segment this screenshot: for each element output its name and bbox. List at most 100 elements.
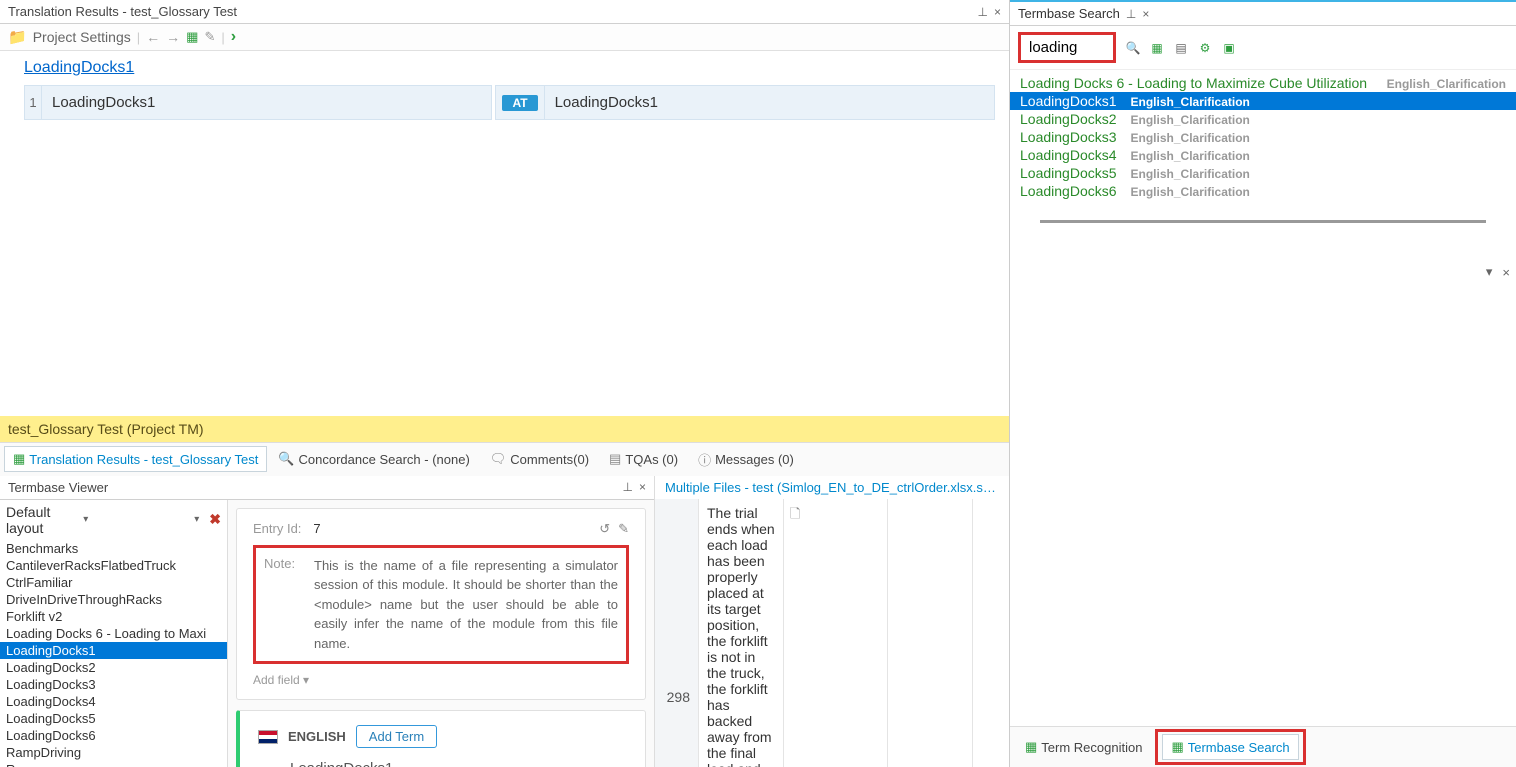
- termbase-list-item[interactable]: Benchmarks: [0, 540, 227, 557]
- segment-target[interactable]: LoadingDocks1: [545, 85, 995, 120]
- termbase-list-item[interactable]: Forklift v2: [0, 608, 227, 625]
- termbase-list-item[interactable]: LoadingDocks2: [0, 659, 227, 676]
- delete-icon[interactable]: ✖: [209, 511, 221, 528]
- note-text: This is the name of a file representing …: [314, 556, 618, 654]
- termbase-search-results: Loading Docks 6 - Loading to Maximize Cu…: [1010, 70, 1516, 235]
- editor-tab[interactable]: Multiple Files - test (Simlog_EN_to_DE_c…: [661, 478, 1003, 497]
- termbase-list-item[interactable]: CantileverRacksFlatbedTruck: [0, 557, 227, 574]
- lang-card-english: ENGLISH Add Term LoadingDocks1: [236, 710, 646, 767]
- ts-term: LoadingDocks2: [1020, 111, 1117, 127]
- ts-result-item[interactable]: LoadingDocks1English_Clarification: [1010, 92, 1516, 110]
- segment-source: The trial ends when each load has been p…: [699, 499, 784, 767]
- pin-icon[interactable]: ⊥: [978, 5, 988, 19]
- termbase-search-title: Termbase Search: [1018, 6, 1120, 21]
- layout-select[interactable]: Default layout: [6, 504, 73, 536]
- tool-icon-1[interactable]: ▦: [1148, 39, 1166, 57]
- ts-result-item[interactable]: LoadingDocks3English_Clarification: [1010, 128, 1516, 146]
- termbase-list-item[interactable]: LoadingDocks3: [0, 676, 227, 693]
- chevron-down-icon[interactable]: ▾: [77, 514, 94, 525]
- tab-termbase-search-label: Termbase Search: [1188, 740, 1290, 755]
- tab-term-recognition[interactable]: ▦ Term Recognition: [1016, 734, 1151, 760]
- results-tabs: ▦ Translation Results - test_Glossary Te…: [0, 442, 1009, 476]
- segment-number: 1: [24, 85, 42, 120]
- termbase-search-toolbar: 🔍 ▦ ▤ ⚙ ▣: [1010, 26, 1516, 70]
- flag-en-icon: [258, 730, 278, 744]
- close-icon[interactable]: ×: [1142, 7, 1149, 21]
- close-icon[interactable]: ×: [994, 5, 1001, 19]
- translation-results-title: Translation Results - test_Glossary Test: [8, 4, 237, 19]
- entry-id-label: Entry Id:: [253, 521, 301, 536]
- ts-term: LoadingDocks5: [1020, 165, 1117, 181]
- toolbar-icon-1[interactable]: ▦: [186, 29, 198, 45]
- pin-icon[interactable]: ⊥: [623, 480, 633, 494]
- tab-concordance[interactable]: 🔍 Concordance Search - (none): [269, 446, 478, 472]
- at-badge: AT: [502, 95, 537, 111]
- tab-comments[interactable]: 🗨 Comments(0): [481, 446, 598, 472]
- tm-info-bar: test_Glossary Test (Project TM): [0, 416, 1009, 442]
- tool-icon-3[interactable]: ⚙: [1196, 39, 1214, 57]
- ts-term: LoadingDocks1: [1020, 93, 1117, 109]
- history-icon[interactable]: ↺: [599, 521, 610, 537]
- editor-tabstrip: Multiple Files - test (Simlog_EN_to_DE_c…: [655, 476, 1009, 499]
- nav-forward-button[interactable]: →: [166, 29, 180, 45]
- pin-icon[interactable]: ⊥: [1126, 7, 1136, 21]
- note-label: Note:: [264, 556, 300, 654]
- segment-status: AT: [495, 85, 544, 120]
- tab-termbase-search[interactable]: ▦ Termbase Search: [1162, 734, 1298, 760]
- chevron-down-icon[interactable]: ▾: [188, 514, 205, 525]
- document-icon: 🗋: [790, 505, 800, 527]
- edit-icon[interactable]: ✎: [618, 521, 629, 537]
- tab-translation-results-label: Translation Results - test_Glossary Test: [29, 452, 258, 467]
- toolbar: 📁 Project Settings | ← → ▦ ✎ | ›: [0, 24, 1009, 51]
- ts-category: English_Clarification: [1131, 149, 1250, 163]
- termbase-viewer-title: Termbase Viewer: [8, 480, 108, 495]
- termbase-list-item[interactable]: LoadingDocks4: [0, 693, 227, 710]
- tab-tqas-label: TQAs (0): [625, 452, 678, 467]
- tab-comments-label: Comments(0): [510, 452, 589, 467]
- segment-number: 298: [655, 499, 699, 767]
- segment-status: 🗋: [784, 499, 888, 767]
- editor-menu-button[interactable]: ▾: [1482, 264, 1497, 280]
- termbase-list-item[interactable]: LoadingDocks1: [0, 642, 227, 659]
- segment-source: LoadingDocks1: [42, 85, 492, 120]
- termbase-list-item[interactable]: Loading Docks 6 - Loading to Maxi: [0, 625, 227, 642]
- tab-concordance-label: Concordance Search - (none): [299, 452, 470, 467]
- ts-result-item[interactable]: LoadingDocks5English_Clarification: [1010, 164, 1516, 182]
- nav-back-button[interactable]: ←: [146, 29, 160, 45]
- termbase-list-item[interactable]: Run: [0, 761, 227, 767]
- termbase-list-item[interactable]: DriveInDriveThroughRacks: [0, 591, 227, 608]
- note-box: Note: This is the name of a file represe…: [253, 545, 629, 665]
- ts-category: English_Clarification: [1131, 185, 1250, 199]
- segment-flag: [973, 499, 1009, 767]
- nav-next-button[interactable]: ›: [231, 28, 236, 46]
- tab-translation-results[interactable]: ▦ Translation Results - test_Glossary Te…: [4, 446, 267, 472]
- add-term-en-button[interactable]: Add Term: [356, 725, 437, 748]
- ts-term: Loading Docks 6 - Loading to Maximize Cu…: [1020, 75, 1367, 91]
- termbase-viewer-header: Termbase Viewer ⊥ ×: [0, 476, 654, 500]
- ts-term: LoadingDocks4: [1020, 147, 1117, 163]
- toolbar-icon-2[interactable]: ✎: [204, 29, 215, 45]
- ts-result-top[interactable]: Loading Docks 6 - Loading to Maximize Cu…: [1010, 74, 1516, 92]
- editor-close-button[interactable]: ×: [1502, 265, 1510, 280]
- termbase-list-item[interactable]: RampDriving: [0, 744, 227, 761]
- editor-body[interactable]: 298The trial ends when each load has bee…: [655, 499, 1009, 767]
- add-field-button[interactable]: Add field ▾: [253, 673, 309, 687]
- ts-category: English_Clarification: [1387, 77, 1506, 91]
- termbase-list-item[interactable]: LoadingDocks5: [0, 710, 227, 727]
- ts-result-item[interactable]: LoadingDocks4 English_Clarification: [1010, 146, 1516, 164]
- termbase-list-item[interactable]: LoadingDocks6: [0, 727, 227, 744]
- termbase-search-input[interactable]: [1021, 35, 1113, 60]
- tool-icon-2[interactable]: ▤: [1172, 39, 1190, 57]
- tab-tqas[interactable]: ▤ TQAs (0): [600, 446, 687, 472]
- ts-result-item[interactable]: LoadingDocks6English_Clarification: [1010, 182, 1516, 200]
- search-icon[interactable]: 🔍: [1124, 39, 1142, 57]
- ts-result-item[interactable]: LoadingDocks2English_Clarification: [1010, 110, 1516, 128]
- close-icon[interactable]: ×: [639, 480, 646, 494]
- tool-icon-4[interactable]: ▣: [1220, 39, 1238, 57]
- tab-messages[interactable]: ⓘ Messages (0): [689, 445, 803, 474]
- termbase-list-item[interactable]: CtrlFamiliar: [0, 574, 227, 591]
- project-settings-button[interactable]: Project Settings: [33, 29, 131, 45]
- segment-target[interactable]: [888, 499, 973, 767]
- editor-row[interactable]: 298The trial ends when each load has bee…: [655, 499, 1009, 767]
- term-link[interactable]: LoadingDocks1: [24, 59, 134, 76]
